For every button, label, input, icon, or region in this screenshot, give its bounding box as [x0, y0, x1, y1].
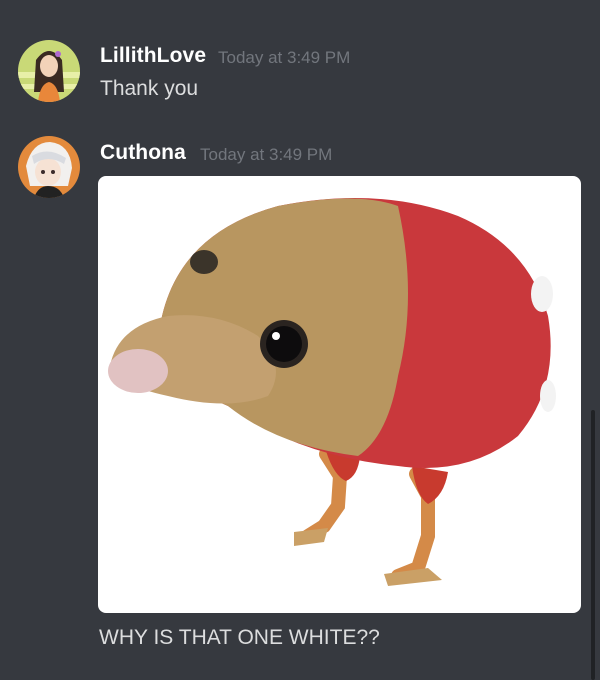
- timestamp-cuthona: Today at 3:49 PM: [200, 145, 333, 164]
- scrollbar[interactable]: [591, 410, 595, 680]
- avatar-cuthona-image: [18, 136, 80, 198]
- avatar-cuthona[interactable]: [18, 136, 80, 198]
- image-attachment[interactable]: [98, 176, 581, 613]
- username-cuthona[interactable]: Cuthona: [100, 141, 186, 165]
- message-cuthona: Cuthona Today at 3:49 PM WHY IS THAT ONE…: [0, 0, 600, 680]
- creature-image: [108, 198, 556, 594]
- message-text-cuthona: WHY IS THAT ONE WHITE??: [99, 626, 380, 649]
